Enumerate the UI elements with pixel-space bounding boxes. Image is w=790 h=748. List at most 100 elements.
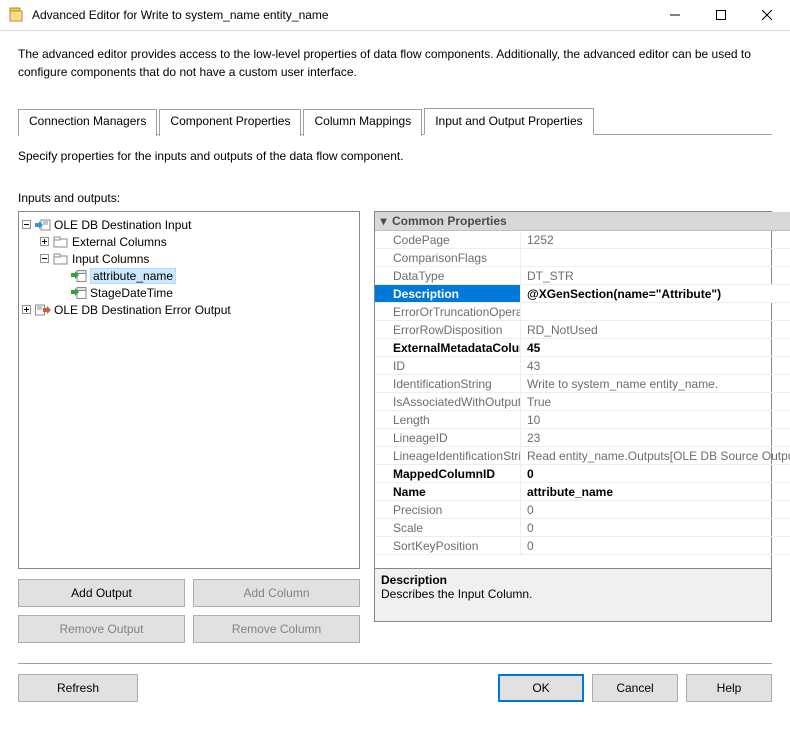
property-row[interactable]: Description@XGenSection(name="Attribute"… xyxy=(375,285,790,303)
column-icon xyxy=(71,268,87,284)
property-row[interactable]: DataTypeDT_STR xyxy=(375,267,790,285)
property-name: Scale xyxy=(375,519,521,536)
property-value[interactable]: 0 xyxy=(521,501,790,518)
tree-label: OLE DB Destination Input xyxy=(54,218,191,232)
collapse-icon[interactable]: ▾ xyxy=(375,214,392,228)
expand-icon[interactable] xyxy=(39,236,50,247)
minimize-button[interactable] xyxy=(652,0,698,30)
property-name: Length xyxy=(375,411,521,428)
add-output-button[interactable]: Add Output xyxy=(18,579,185,607)
editor-description: The advanced editor provides access to t… xyxy=(0,31,790,81)
property-value[interactable]: 0 xyxy=(521,537,790,554)
property-row[interactable]: LineageIdentificationStringRead entity_n… xyxy=(375,447,790,465)
close-button[interactable] xyxy=(744,0,790,30)
collapse-icon[interactable] xyxy=(39,253,50,264)
property-value[interactable]: 10 xyxy=(521,411,790,428)
property-value[interactable]: 0 xyxy=(521,519,790,536)
desc-title: Description xyxy=(381,573,765,587)
property-name: SortKeyPosition xyxy=(375,537,521,554)
property-row[interactable]: MappedColumnID0 xyxy=(375,465,790,483)
property-row[interactable]: ErrorRowDispositionRD_NotUsed xyxy=(375,321,790,339)
property-name: Precision xyxy=(375,501,521,518)
property-name: Description xyxy=(375,285,521,302)
maximize-button[interactable] xyxy=(698,0,744,30)
tree-label: Input Columns xyxy=(72,252,149,266)
folder-icon xyxy=(53,234,69,250)
property-grid[interactable]: ▾Common PropertiesCodePage1252Comparison… xyxy=(374,211,772,569)
tab-bar: Connection Managers Component Properties… xyxy=(18,107,772,135)
property-name: DataType xyxy=(375,267,521,284)
tree-node-error-output[interactable]: OLE DB Destination Error Output xyxy=(21,301,357,318)
separator xyxy=(18,663,772,664)
property-name: IdentificationString xyxy=(375,375,521,392)
property-row[interactable]: Length10 xyxy=(375,411,790,429)
tree-node-attribute-name[interactable]: attribute_name xyxy=(57,267,357,284)
tab-component-properties[interactable]: Component Properties xyxy=(159,109,301,136)
property-row[interactable]: ID43 xyxy=(375,357,790,375)
property-name: ID xyxy=(375,357,521,374)
property-value[interactable]: 23 xyxy=(521,429,790,446)
property-value[interactable]: @XGenSection(name="Attribute") xyxy=(521,285,790,302)
property-row[interactable]: LineageID23 xyxy=(375,429,790,447)
window-title: Advanced Editor for Write to system_name… xyxy=(32,8,652,22)
property-row[interactable]: IdentificationStringWrite to system_name… xyxy=(375,375,790,393)
property-value[interactable] xyxy=(521,249,790,266)
property-category[interactable]: ▾Common Properties xyxy=(375,212,790,231)
tab-column-mappings[interactable]: Column Mappings xyxy=(303,109,422,136)
property-name: ComparisonFlags xyxy=(375,249,521,266)
property-row[interactable]: Scale0 xyxy=(375,519,790,537)
property-value[interactable] xyxy=(521,303,790,320)
add-column-button: Add Column xyxy=(193,579,360,607)
property-name: LineageID xyxy=(375,429,521,446)
tree-label: External Columns xyxy=(72,235,167,249)
refresh-button[interactable]: Refresh xyxy=(18,674,138,702)
cancel-button[interactable]: Cancel xyxy=(592,674,678,702)
titlebar: Advanced Editor for Write to system_name… xyxy=(0,0,790,31)
property-value[interactable]: Read entity_name.Outputs[OLE DB Source O… xyxy=(521,447,790,464)
property-value[interactable]: attribute_name xyxy=(521,483,790,500)
property-row[interactable]: ComparisonFlags xyxy=(375,249,790,267)
property-value[interactable]: True xyxy=(521,393,790,410)
io-tree[interactable]: OLE DB Destination Input External Column… xyxy=(18,211,360,569)
tree-node-stagedatetime[interactable]: StageDateTime xyxy=(57,284,357,301)
property-name: ErrorOrTruncationOperation xyxy=(375,303,521,320)
property-value[interactable]: DT_STR xyxy=(521,267,790,284)
desc-text: Describes the Input Column. xyxy=(381,587,765,601)
tab-connection-managers[interactable]: Connection Managers xyxy=(18,109,157,136)
app-icon xyxy=(8,7,24,23)
tree-node-external-columns[interactable]: External Columns xyxy=(39,233,357,250)
property-value[interactable]: 0 xyxy=(521,465,790,482)
property-value[interactable]: RD_NotUsed xyxy=(521,321,790,338)
property-name: ExternalMetadataColumnID xyxy=(375,339,521,356)
input-icon xyxy=(35,217,51,233)
property-name: MappedColumnID xyxy=(375,465,521,482)
category-label: Common Properties xyxy=(392,214,507,228)
property-value[interactable]: 45 xyxy=(521,339,790,356)
tab-input-output-properties[interactable]: Input and Output Properties xyxy=(424,108,593,135)
tree-node-destination-input[interactable]: OLE DB Destination Input xyxy=(21,216,357,233)
remove-column-button: Remove Column xyxy=(193,615,360,643)
property-row[interactable]: ErrorOrTruncationOperation xyxy=(375,303,790,321)
property-row[interactable]: ExternalMetadataColumnID45 xyxy=(375,339,790,357)
property-value[interactable]: 1252 xyxy=(521,231,790,248)
property-value[interactable]: 43 xyxy=(521,357,790,374)
property-name: LineageIdentificationString xyxy=(375,447,521,464)
output-icon xyxy=(35,302,51,318)
property-row[interactable]: Nameattribute_name xyxy=(375,483,790,501)
property-row[interactable]: SortKeyPosition0 xyxy=(375,537,790,555)
tree-node-input-columns[interactable]: Input Columns xyxy=(39,250,357,267)
property-row[interactable]: IsAssociatedWithOutputColumnTrue xyxy=(375,393,790,411)
ok-button[interactable]: OK xyxy=(498,674,584,702)
property-name: Name xyxy=(375,483,521,500)
property-row[interactable]: CodePage1252 xyxy=(375,231,790,249)
property-name: IsAssociatedWithOutputColumn xyxy=(375,393,521,410)
io-label: Inputs and outputs: xyxy=(18,191,772,205)
collapse-icon[interactable] xyxy=(21,219,32,230)
property-value[interactable]: Write to system_name entity_name. xyxy=(521,375,790,392)
help-button[interactable]: Help xyxy=(686,674,772,702)
panel-intro: Specify properties for the inputs and ou… xyxy=(18,149,772,163)
expand-icon[interactable] xyxy=(21,304,32,315)
tree-label: StageDateTime xyxy=(90,286,173,300)
property-row[interactable]: Precision0 xyxy=(375,501,790,519)
remove-output-button: Remove Output xyxy=(18,615,185,643)
